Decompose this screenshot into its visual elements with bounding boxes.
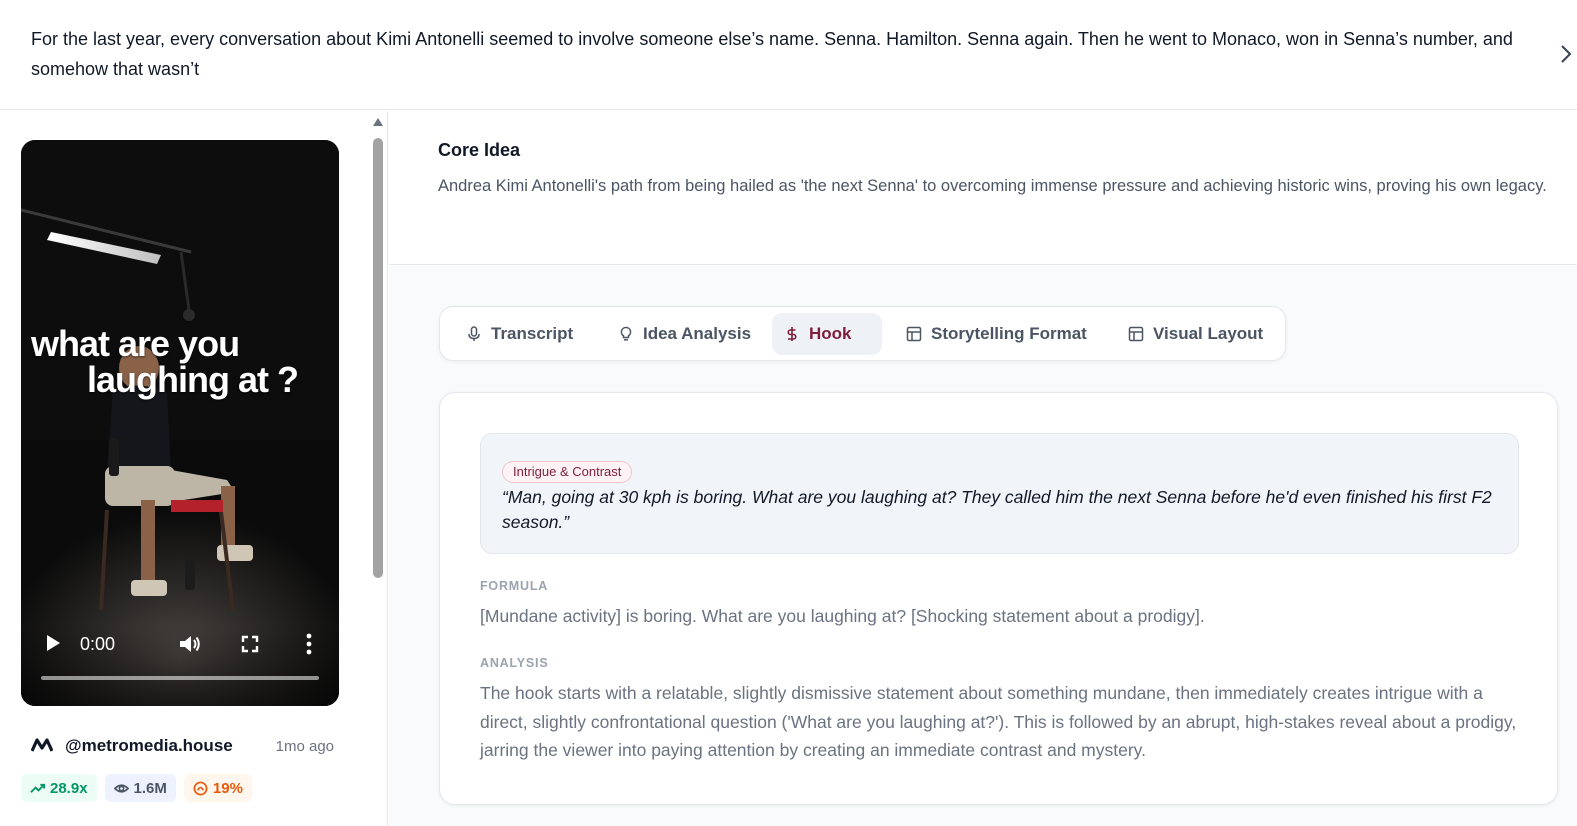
video-time: 0:00 [80,634,116,654]
core-idea-title: Core Idea [438,140,521,160]
scroll-up-arrow-icon[interactable] [372,117,384,127]
eye-icon [113,783,129,793]
engagement-value: 19% [212,779,243,797]
tab-label: Visual Layout [1153,324,1264,343]
trending-up-icon [30,783,45,793]
video-progress-bar[interactable] [41,676,319,680]
more-vertical-icon[interactable] [302,633,316,655]
post-description: For the last year, every conversation ab… [31,29,1513,79]
layout-icon [906,326,922,342]
tab-label: Storytelling Format [931,324,1087,343]
engagement-icon [193,781,208,795]
video-frame [21,140,339,706]
layout-icon [1128,326,1144,342]
core-idea-section: Core Idea Andrea Kimi Antonelli's path f… [389,111,1577,265]
multiplier-value: 28.9x [50,779,88,797]
analysis-text: The hook starts with a relatable, slight… [480,683,1517,760]
hook-type-badge: Intrigue & Contrast [502,461,633,483]
author-handle[interactable]: @metromedia.house [65,735,233,757]
chevron-right-icon[interactable] [1559,40,1577,68]
tab-visual-layout[interactable]: Visual Layout [1116,313,1278,355]
fullscreen-icon[interactable] [240,634,260,654]
hook-card: Intrigue & Contrast “Man, going at 30 kp… [439,392,1558,805]
author-row: @metromedia.house 1mo ago [31,735,341,757]
hook-quote-box: Intrigue & Contrast “Man, going at 30 kp… [480,433,1519,554]
tab-bar: Transcript Idea Analysis Hook Storytelli… [439,306,1286,361]
detail-panel: Core Idea Andrea Kimi Antonelli's path f… [389,111,1577,826]
tab-hook[interactable]: Hook [772,313,882,355]
views-value: 1.6M [133,779,167,797]
analysis-label: ANALYSIS [480,656,549,670]
stat-views: 1.6M [104,774,176,802]
caption-line-1: what are you [31,323,240,364]
volume-icon[interactable] [178,633,202,655]
post-header: For the last year, every conversation ab… [0,0,1577,110]
tab-storytelling-format[interactable]: Storytelling Format [894,313,1104,355]
post-age: 1mo ago [275,738,334,755]
dollar-icon [787,327,797,341]
stat-engagement: 19% [183,774,252,802]
tab-idea-analysis[interactable]: Idea Analysis [606,313,769,355]
tab-label: Hook [809,324,852,343]
core-idea-text: Andrea Kimi Antonelli's path from being … [438,177,1547,195]
scroll-thumb[interactable] [373,138,383,578]
formula-text: [Mundane activity] is boring. What are y… [480,606,1205,626]
caption-line-2: laughing at ? [87,359,299,400]
video-caption: what are you laughing at ? [31,326,331,398]
formula-label: FORMULA [480,579,549,593]
tab-transcript[interactable]: Transcript [454,313,590,355]
hook-quote: “Man, going at 30 kph is boring. What ar… [502,487,1492,532]
tab-label: Transcript [491,324,574,343]
brand-logo-icon [31,738,53,752]
tab-label: Idea Analysis [643,324,752,343]
stat-multiplier: 28.9x [21,774,97,802]
mic-icon [468,326,480,341]
play-icon[interactable] [45,634,61,652]
left-panel: what are you laughing at ? 0:00 @metrome… [0,111,388,826]
lightbulb-icon [620,326,632,341]
video-player[interactable]: what are you laughing at ? 0:00 [21,140,339,706]
analysis-section: Transcript Idea Analysis Hook Storytelli… [389,266,1577,826]
stats-row: 28.9x 1.6M 19% [21,774,252,802]
left-scrollbar[interactable] [370,115,386,826]
